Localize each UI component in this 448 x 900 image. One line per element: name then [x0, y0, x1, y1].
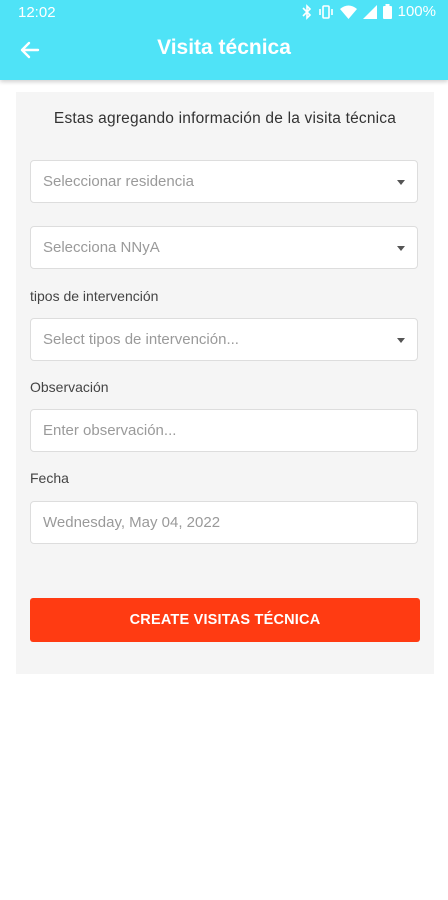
observacion-label: Observación [30, 379, 109, 395]
wifi-icon [339, 5, 357, 19]
visit-form-card: Estas agregando información de la visita… [16, 92, 434, 674]
battery-icon [382, 4, 392, 19]
dropdown-caret-icon [397, 338, 405, 343]
tipos-label: tipos de intervención [30, 288, 159, 304]
tipos-select[interactable]: Select tipos de intervención... [30, 318, 418, 361]
nnya-select[interactable]: Selecciona NNyA [30, 226, 418, 269]
create-visita-button[interactable]: CREATE VISITAS TÉCNICA [30, 598, 420, 642]
observacion-placeholder: Enter observación... [43, 422, 177, 439]
app-bar: 12:02 100% Visita técnica [0, 0, 448, 80]
status-icons: 100% [302, 3, 436, 20]
dropdown-caret-icon [397, 246, 405, 251]
fecha-input[interactable]: Wednesday, May 04, 2022 [30, 501, 418, 544]
fecha-value: Wednesday, May 04, 2022 [43, 514, 221, 531]
status-bar: 12:02 100% [0, 0, 448, 26]
residencia-select[interactable]: Seleccionar residencia [30, 160, 418, 203]
page-title: Visita técnica [157, 36, 291, 59]
toolbar: Visita técnica [0, 26, 448, 72]
nnya-placeholder: Selecciona NNyA [43, 239, 160, 256]
tipos-placeholder: Select tipos de intervención... [43, 331, 239, 348]
observacion-input[interactable]: Enter observación... [30, 409, 418, 452]
residencia-placeholder: Seleccionar residencia [43, 173, 194, 190]
status-time: 12:02 [18, 4, 56, 21]
battery-percent: 100% [397, 3, 436, 20]
signal-icon [362, 4, 377, 19]
dropdown-caret-icon [397, 180, 405, 185]
form-heading: Estas agregando información de la visita… [53, 110, 397, 127]
fecha-label: Fecha [30, 470, 69, 486]
bluetooth-icon [302, 3, 312, 20]
vibrate-icon [318, 4, 334, 19]
